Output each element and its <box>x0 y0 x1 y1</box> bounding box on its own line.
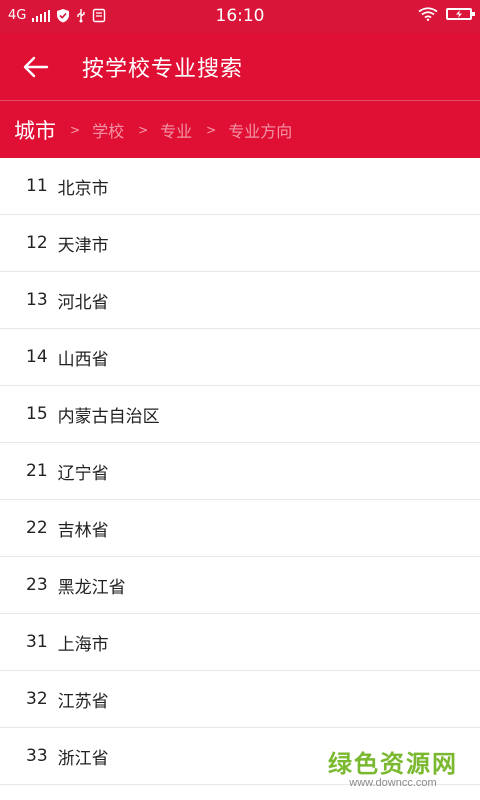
watermark-title: 绿色资源网 <box>328 750 458 778</box>
region-code: 31 <box>26 632 48 652</box>
region-code: 15 <box>26 404 48 424</box>
breadcrumb-city[interactable]: 城市 <box>14 115 56 145</box>
region-code: 22 <box>26 518 48 538</box>
page-title: 按学校专业搜索 <box>82 57 244 82</box>
status-right <box>418 7 475 21</box>
region-code: 14 <box>26 347 48 367</box>
breadcrumb-separator: > <box>138 122 149 137</box>
wifi-icon <box>418 7 438 21</box>
region-code: 13 <box>26 290 48 310</box>
list-item[interactable]: 31 上海市 <box>0 614 480 671</box>
app-bar: 按学校专业搜索 <box>0 33 480 100</box>
battery-icon <box>446 8 475 20</box>
region-name: 内蒙古自治区 <box>57 406 160 427</box>
breadcrumb-separator: > <box>70 122 81 137</box>
region-name: 北京市 <box>57 178 109 199</box>
region-name: 黑龙江省 <box>57 577 126 598</box>
region-code: 32 <box>26 689 48 709</box>
breadcrumb-separator: > <box>206 122 217 137</box>
breadcrumb: 城市 > 学校 > 专业 > 专业方向 <box>0 100 480 158</box>
region-name: 江苏省 <box>57 691 109 712</box>
list-item[interactable]: 23 黑龙江省 <box>0 557 480 614</box>
list-item[interactable]: 11 北京市 <box>0 158 480 215</box>
breadcrumb-major-direction[interactable]: 专业方向 <box>228 118 292 142</box>
region-name: 山西省 <box>57 349 109 370</box>
region-name: 天津市 <box>57 235 109 256</box>
region-code: 23 <box>26 575 48 595</box>
region-name: 辽宁省 <box>57 463 109 484</box>
region-name: 河北省 <box>57 292 109 313</box>
status-bar: 4G 16:10 <box>0 0 480 33</box>
region-code: 21 <box>26 461 48 481</box>
list-item[interactable]: 32 江苏省 <box>0 671 480 728</box>
arrow-left-icon <box>23 56 49 78</box>
list-item[interactable]: 21 辽宁省 <box>0 443 480 500</box>
region-code: 33 <box>26 746 48 766</box>
region-name: 浙江省 <box>57 748 109 769</box>
region-name: 吉林省 <box>57 520 109 541</box>
breadcrumb-school[interactable]: 学校 <box>92 118 124 142</box>
region-name: 上海市 <box>57 634 109 655</box>
region-code: 11 <box>26 176 48 196</box>
list-item[interactable]: 12 天津市 <box>0 215 480 272</box>
watermark: 绿色资源网 www.downcc.com <box>328 744 458 789</box>
back-button[interactable] <box>18 49 54 85</box>
breadcrumb-major[interactable]: 专业 <box>160 118 192 142</box>
clock: 16:10 <box>215 6 265 26</box>
list-item[interactable]: 15 内蒙古自治区 <box>0 386 480 443</box>
list-item[interactable]: 13 河北省 <box>0 272 480 329</box>
list-item[interactable]: 14 山西省 <box>0 329 480 386</box>
list-item[interactable]: 22 吉林省 <box>0 500 480 557</box>
region-code: 12 <box>26 233 48 253</box>
city-list: 11 北京市 12 天津市 13 河北省 14 山西省 15 内蒙古自治区 21 辽宁省 2… <box>0 158 480 785</box>
